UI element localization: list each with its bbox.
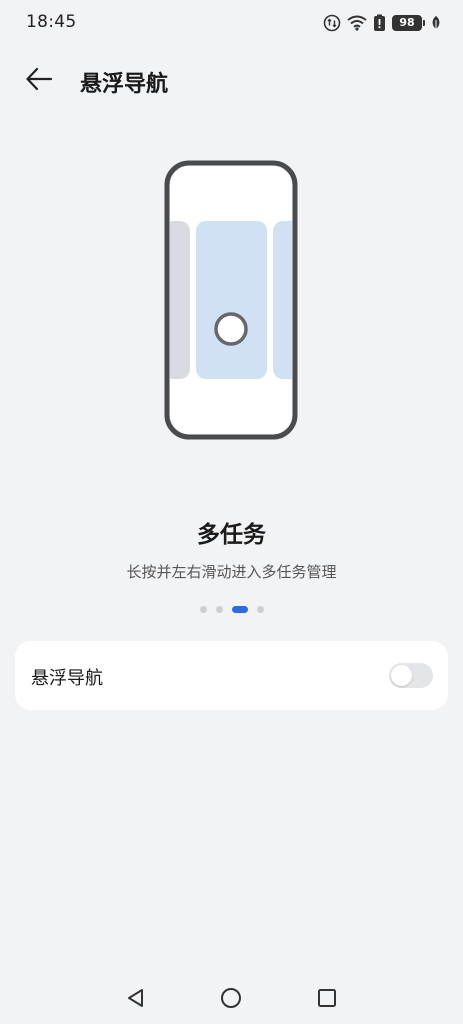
- back-triangle-icon: [125, 987, 147, 1013]
- nav-back-button[interactable]: [116, 980, 156, 1020]
- page-dot-active[interactable]: [231, 606, 248, 613]
- battery-icon: 98: [392, 14, 425, 32]
- status-time: 18:45: [26, 12, 77, 32]
- page-dot[interactable]: [215, 606, 223, 613]
- back-button[interactable]: [22, 64, 56, 98]
- status-icons: 98: [323, 12, 441, 34]
- feature-title: 多任务: [197, 522, 266, 548]
- floating-nav-setting-row[interactable]: 悬浮导航: [15, 641, 448, 710]
- phone-multitask-illustration: [164, 160, 298, 440]
- leaf-icon: [431, 15, 441, 31]
- battery-saver-icon: [373, 14, 386, 32]
- recents-square-icon: [316, 987, 338, 1013]
- page-dot[interactable]: [256, 606, 264, 613]
- feature-description: 长按并左右滑动进入多任务管理: [126, 563, 337, 581]
- nav-recents-button[interactable]: [307, 980, 347, 1020]
- arrow-left-icon: [25, 67, 53, 95]
- page-title: 悬浮导航: [80, 72, 169, 97]
- page-indicator: [0, 606, 463, 613]
- battery-level: 98: [399, 16, 415, 29]
- status-bar: 18:45 98: [0, 0, 463, 46]
- wifi-icon: [347, 15, 367, 31]
- home-circle-icon: [219, 986, 243, 1014]
- data-activity-icon: [323, 14, 341, 32]
- floating-nav-label: 悬浮导航: [31, 668, 103, 689]
- toggle-knob: [391, 665, 412, 686]
- page-dot[interactable]: [199, 606, 207, 613]
- header: 悬浮导航: [0, 56, 463, 106]
- system-nav-bar: [0, 980, 463, 1020]
- floating-nav-toggle[interactable]: [389, 663, 433, 688]
- nav-home-button[interactable]: [211, 980, 251, 1020]
